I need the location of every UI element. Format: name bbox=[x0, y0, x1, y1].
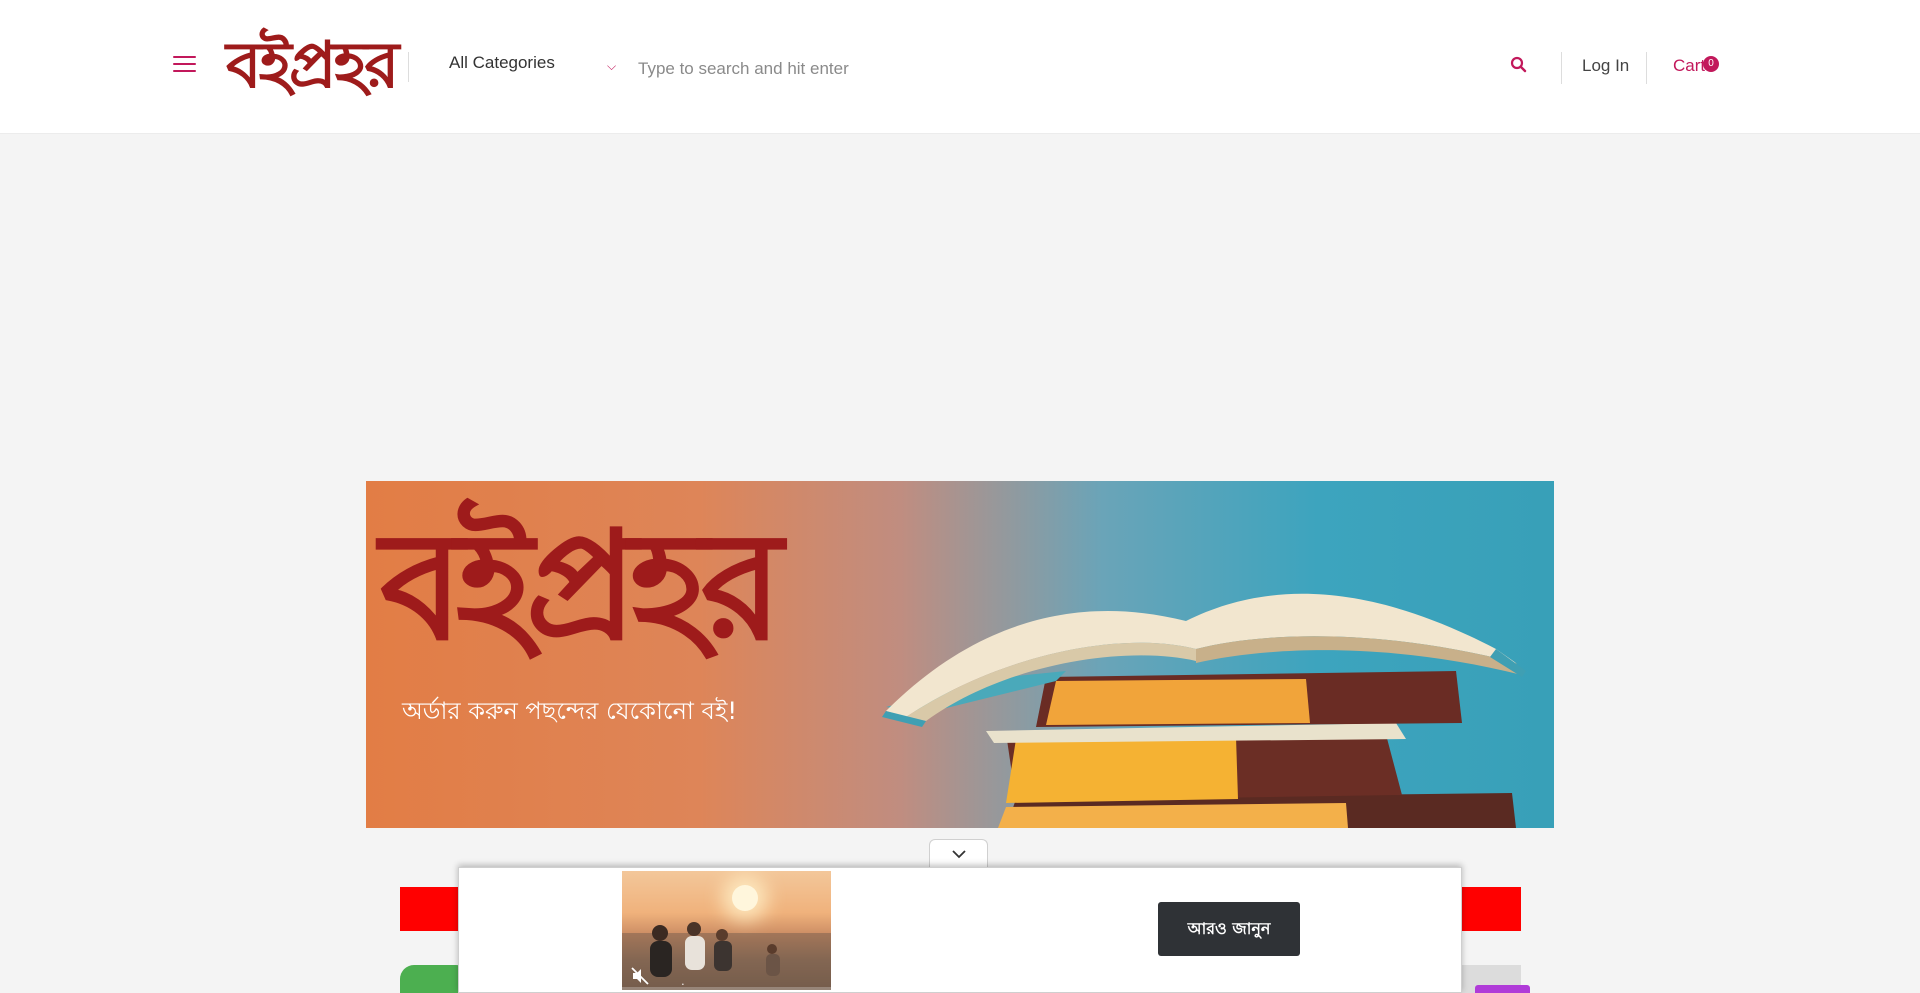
divider bbox=[408, 52, 409, 82]
ad-learn-more-button[interactable]: আরও জানুন bbox=[1158, 902, 1300, 956]
ad-video-progress bbox=[622, 987, 831, 990]
sticky-ad-banner: • আরও জানুন bbox=[458, 867, 1462, 993]
site-logo[interactable]: বইপ্রহর bbox=[226, 26, 400, 106]
site-header: বইপ্রহর All Categories ⌵ Log In Cart 0 bbox=[0, 0, 1920, 134]
divider bbox=[1561, 52, 1562, 84]
divider bbox=[1646, 52, 1647, 84]
ad-collapse-button[interactable] bbox=[929, 839, 988, 867]
cart-count-badge: 0 bbox=[1703, 56, 1719, 72]
login-link[interactable]: Log In bbox=[1582, 56, 1629, 76]
search-input[interactable] bbox=[638, 55, 1478, 83]
ad-video-scene bbox=[622, 922, 831, 990]
cart-link[interactable]: Cart bbox=[1673, 56, 1705, 76]
hamburger-menu-icon[interactable] bbox=[173, 56, 196, 74]
hero-banner[interactable]: বইপ্রহর অর্ডার করুন পছন্দের যেকোনো বই! bbox=[366, 481, 1554, 828]
search-icon[interactable] bbox=[1508, 54, 1530, 76]
category-select[interactable]: All Categories ⌵ bbox=[449, 53, 619, 83]
ad-video[interactable]: • bbox=[622, 871, 831, 990]
chat-button[interactable] bbox=[1475, 985, 1530, 993]
chevron-down-icon: ⌵ bbox=[607, 59, 617, 73]
banner-logo: বইপ্রহর bbox=[380, 498, 783, 674]
chevron-down-icon bbox=[951, 850, 966, 859]
category-select-value: All Categories bbox=[449, 53, 555, 72]
banner-tagline: অর্ডার করুন পছন্দের যেকোনো বই! bbox=[402, 697, 737, 725]
speaker-muted-icon[interactable] bbox=[630, 966, 650, 986]
